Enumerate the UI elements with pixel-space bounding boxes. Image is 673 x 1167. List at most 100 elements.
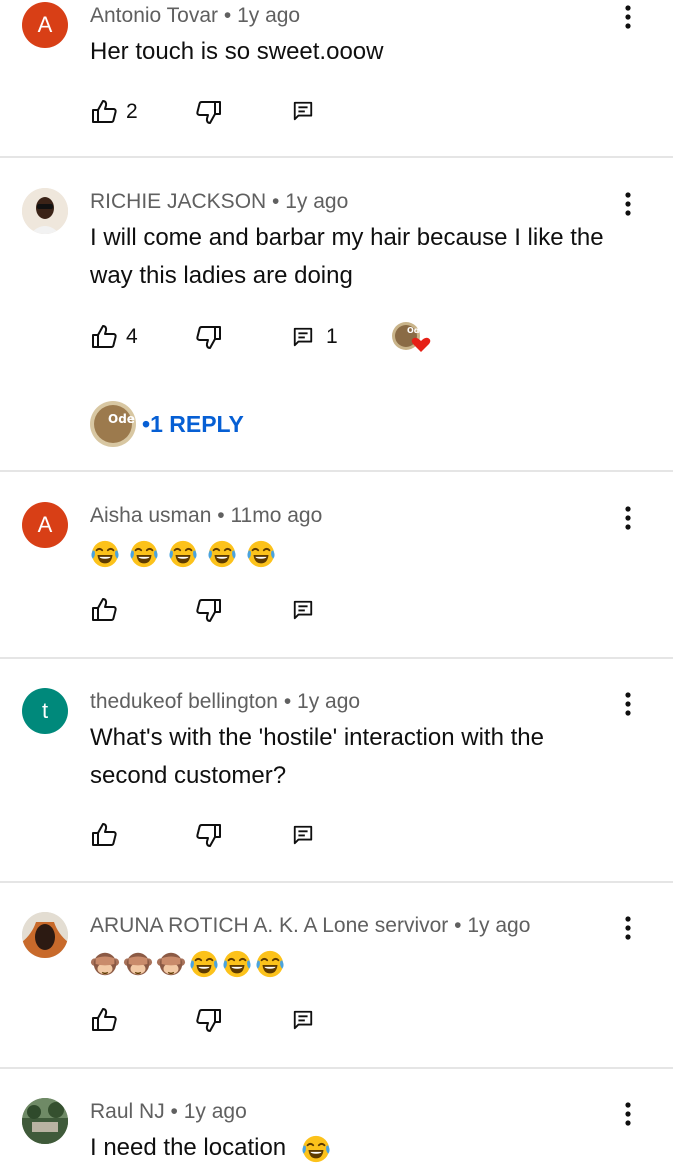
tears-of-joy-icon (246, 539, 276, 569)
view-replies-button[interactable]: Ode • 1 REPLY (90, 401, 244, 447)
comment-meta: Antonio Tovar • 1y ago (90, 4, 300, 28)
more-options-icon[interactable] (614, 189, 642, 219)
reply-separator: • (142, 410, 151, 437)
like-count: 4 (126, 325, 138, 348)
reply-icon (292, 599, 314, 621)
thumbs-up-icon (90, 323, 118, 351)
thumbs-down-icon (195, 323, 223, 351)
creator-avatar-text: Ode (108, 412, 135, 426)
avatar[interactable] (22, 1098, 68, 1144)
dislike-button[interactable] (195, 821, 223, 849)
dislike-button[interactable] (195, 98, 223, 126)
comment-emojis (90, 534, 285, 572)
reply-count: 1 (326, 325, 338, 348)
dislike-button[interactable] (195, 323, 223, 351)
more-options-icon[interactable] (614, 1099, 642, 1129)
tears-of-joy-icon (207, 539, 237, 569)
dislike-button[interactable] (195, 1006, 223, 1034)
comment-text: I need the location (90, 1134, 287, 1161)
avatar[interactable]: t (22, 688, 68, 734)
like-count: 2 (126, 100, 138, 123)
comment-age: 1y ago (467, 914, 531, 937)
author-name[interactable]: Antonio Tovar (90, 4, 218, 27)
creator-badge-text: Ode (407, 326, 426, 335)
like-button[interactable]: 4 (90, 323, 138, 351)
reply-button[interactable] (292, 1009, 314, 1031)
like-button[interactable] (90, 1006, 118, 1034)
tears-of-joy-icon (301, 1134, 331, 1164)
thumbs-down-icon (195, 596, 223, 624)
more-options-icon[interactable] (614, 503, 642, 533)
meta-separator: • (448, 914, 468, 937)
reply-button[interactable] (292, 824, 314, 846)
author-name[interactable]: RICHIE JACKSON (90, 190, 266, 213)
avatar[interactable] (22, 188, 68, 234)
meta-separator: • (278, 690, 298, 713)
tears-of-joy-icon (129, 539, 159, 569)
reply-icon (292, 326, 314, 348)
replies-count-label[interactable]: 1 REPLY (150, 411, 244, 438)
comment-text: What's with the 'hostile' interaction wi… (90, 724, 544, 789)
more-options-icon[interactable] (614, 2, 642, 32)
see-no-evil-monkey-icon (156, 949, 186, 979)
reply-button[interactable]: 1 (292, 325, 338, 349)
reply-button[interactable] (292, 100, 314, 122)
thumbs-down-icon (195, 1006, 223, 1034)
author-name[interactable]: Aisha usman (90, 504, 211, 527)
comment-age: 1y ago (183, 1100, 247, 1123)
divider (0, 881, 673, 883)
tears-of-joy-icon (90, 539, 120, 569)
more-options-icon[interactable] (614, 913, 642, 943)
avatar-letter: t (41, 698, 49, 723)
avatar-letter: A (37, 12, 53, 37)
reply-icon (292, 100, 314, 122)
reply-button[interactable] (292, 599, 314, 621)
comment-text: Her touch is so sweet.ooow (90, 38, 384, 65)
author-name[interactable]: Raul NJ (90, 1100, 165, 1123)
avatar[interactable]: A (22, 502, 68, 548)
avatar-photo-icon (22, 912, 68, 958)
reply-icon (292, 824, 314, 846)
dislike-button[interactable] (195, 596, 223, 624)
author-name[interactable]: ARUNA ROTICH A. K. A Lone servivor (90, 914, 448, 937)
thumbs-down-icon (195, 98, 223, 126)
comment-text-row: I need the location (90, 1129, 610, 1167)
like-button[interactable]: 2 (90, 98, 138, 126)
comment-meta: thedukeof bellington • 1y ago (90, 690, 360, 714)
thumbs-up-icon (90, 596, 118, 624)
like-button[interactable] (90, 596, 118, 624)
author-name[interactable]: thedukeof bellington (90, 690, 278, 713)
tears-of-joy-icon (189, 949, 219, 979)
comment-meta: ARUNA ROTICH A. K. A Lone servivor • 1y … (90, 914, 530, 938)
divider (0, 156, 673, 158)
meta-separator: • (211, 504, 231, 527)
comment-age: 1y ago (237, 4, 301, 27)
reply-icon (292, 1009, 314, 1031)
divider (0, 657, 673, 659)
avatar-letter: A (37, 512, 53, 537)
meta-separator: • (266, 190, 286, 213)
comment-emojis (90, 944, 288, 982)
thumbs-up-icon (90, 821, 118, 849)
thumbs-up-icon (90, 98, 118, 126)
more-options-icon[interactable] (614, 689, 642, 719)
thumbs-down-icon (195, 821, 223, 849)
see-no-evil-monkey-icon (123, 949, 153, 979)
meta-separator: • (218, 4, 238, 27)
creator-heart-badge: Ode (392, 320, 432, 354)
comment-meta: Aisha usman • 11mo ago (90, 504, 322, 528)
thumbs-up-icon (90, 1006, 118, 1034)
divider (0, 470, 673, 472)
avatar[interactable] (22, 912, 68, 958)
like-button[interactable] (90, 821, 118, 849)
comment-text: I will come and barbar my hair because I… (90, 224, 604, 289)
creator-avatar-icon: Ode (90, 401, 136, 447)
tears-of-joy-icon (255, 949, 285, 979)
avatar-photo-icon (22, 1098, 68, 1144)
tears-of-joy-icon (222, 949, 252, 979)
avatar-photo-icon (22, 188, 68, 234)
avatar[interactable]: A (22, 2, 68, 48)
comment-age: 1y ago (285, 190, 349, 213)
see-no-evil-monkey-icon (90, 949, 120, 979)
meta-separator: • (164, 1100, 184, 1123)
